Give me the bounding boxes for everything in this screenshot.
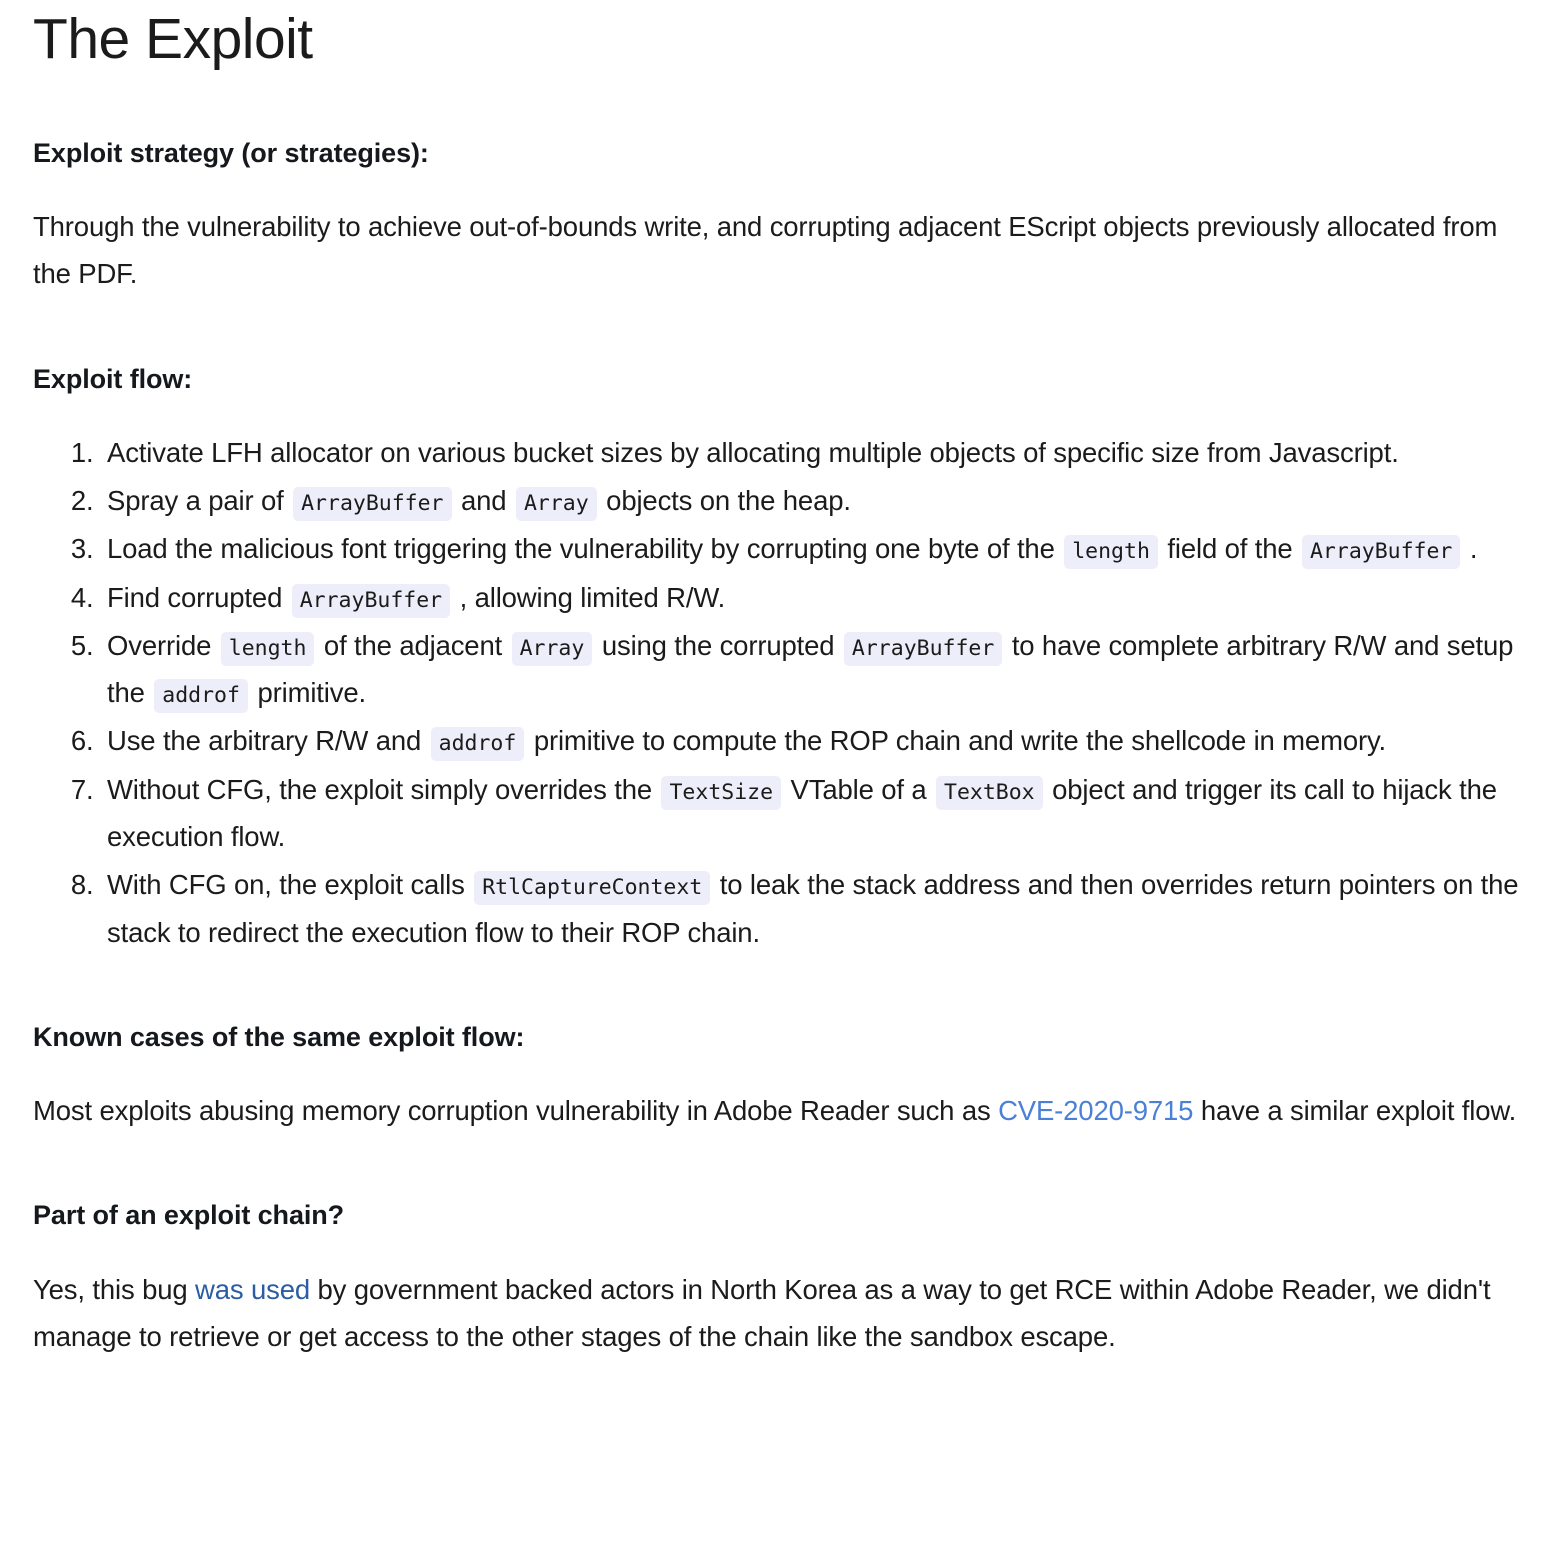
code-chip: ArrayBuffer bbox=[843, 631, 1003, 666]
list-item-text: field of the bbox=[1167, 533, 1293, 565]
list-item: Activate LFH allocator on various bucket… bbox=[101, 429, 1536, 476]
code-chip: length bbox=[1064, 535, 1158, 570]
code-chip: ArrayBuffer bbox=[1301, 535, 1461, 570]
list-item: Find corrupted ArrayBuffer , allowing li… bbox=[101, 574, 1536, 621]
exploit-chain-heading: Part of an exploit chain? bbox=[33, 1200, 345, 1231]
code-chip: ArrayBuffer bbox=[293, 487, 452, 521]
list-item: Use the arbitrary R/W and addrof primiti… bbox=[101, 717, 1536, 764]
page-title: The Exploit bbox=[33, 7, 313, 71]
list-item: Load the malicious font triggering the v… bbox=[101, 525, 1536, 572]
list-item-text: of the adjacent bbox=[323, 629, 503, 661]
list-item-text: Find corrupted bbox=[107, 581, 283, 613]
list-item-text: Use the arbitrary R/W and bbox=[107, 725, 422, 757]
list-item: Spray a pair of ArrayBuffer and Array ob… bbox=[101, 477, 1536, 524]
was-used-link[interactable]: was used bbox=[195, 1274, 310, 1305]
list-item: With CFG on, the exploit calls RtlCaptur… bbox=[101, 861, 1536, 956]
code-chip: TextSize bbox=[661, 775, 782, 810]
list-item-text: . bbox=[1469, 533, 1478, 565]
code-chip: ArrayBuffer bbox=[291, 583, 451, 618]
list-item-text: objects on the heap. bbox=[606, 485, 851, 516]
exploit-strategy-paragraph: Through the vulnerability to achieve out… bbox=[33, 210, 1498, 290]
paragraph-text: have a similar exploit flow. bbox=[1200, 1095, 1517, 1127]
list-item-text: , allowing limited R/W. bbox=[459, 581, 726, 613]
list-item: Without CFG, the exploit simply override… bbox=[101, 766, 1536, 861]
list-item-text: Override bbox=[107, 629, 212, 661]
exploit-strategy-heading: Exploit strategy (or strategies): bbox=[33, 137, 429, 168]
code-chip: Array bbox=[515, 487, 597, 521]
list-item-text: and bbox=[461, 485, 507, 516]
list-item-text: Spray a pair of bbox=[107, 485, 284, 516]
list-item-text: primitive to compute the ROP chain and w… bbox=[533, 725, 1387, 757]
code-chip: addrof bbox=[430, 727, 525, 762]
code-chip: length bbox=[220, 631, 315, 666]
code-chip: RtlCaptureContext bbox=[474, 871, 711, 906]
list-item-text: With CFG on, the exploit calls bbox=[107, 869, 465, 901]
list-item-text: primitive. bbox=[257, 677, 366, 709]
list-item-text: Without CFG, the exploit simply override… bbox=[107, 773, 652, 805]
document-page: The Exploit Exploit strategy (or strateg… bbox=[0, 7, 1566, 1361]
exploit-chain-paragraph: Yes, this bug was used by government bac… bbox=[33, 1266, 1536, 1361]
known-cases-paragraph: Most exploits abusing memory corruption … bbox=[33, 1087, 1536, 1134]
list-item-text: Load the malicious font triggering the v… bbox=[107, 533, 1055, 565]
list-item-text: VTable of a bbox=[790, 773, 927, 805]
code-chip: TextBox bbox=[936, 775, 1043, 810]
paragraph-text: Yes, this bug bbox=[33, 1273, 188, 1305]
code-chip: Array bbox=[511, 631, 593, 666]
list-item-text: using the corrupted bbox=[601, 629, 835, 661]
exploit-flow-list: Activate LFH allocator on various bucket… bbox=[33, 429, 1536, 956]
cve-link[interactable]: CVE-2020-9715 bbox=[998, 1095, 1193, 1126]
known-cases-heading: Known cases of the same exploit flow: bbox=[33, 1021, 525, 1052]
paragraph-text: Most exploits abusing memory corruption … bbox=[33, 1095, 991, 1127]
code-chip: addrof bbox=[154, 679, 248, 714]
list-item: Override length of the adjacent Array us… bbox=[101, 622, 1536, 717]
list-item-text: Activate LFH allocator on various bucket… bbox=[107, 436, 1399, 468]
exploit-flow-heading: Exploit flow: bbox=[33, 363, 193, 394]
